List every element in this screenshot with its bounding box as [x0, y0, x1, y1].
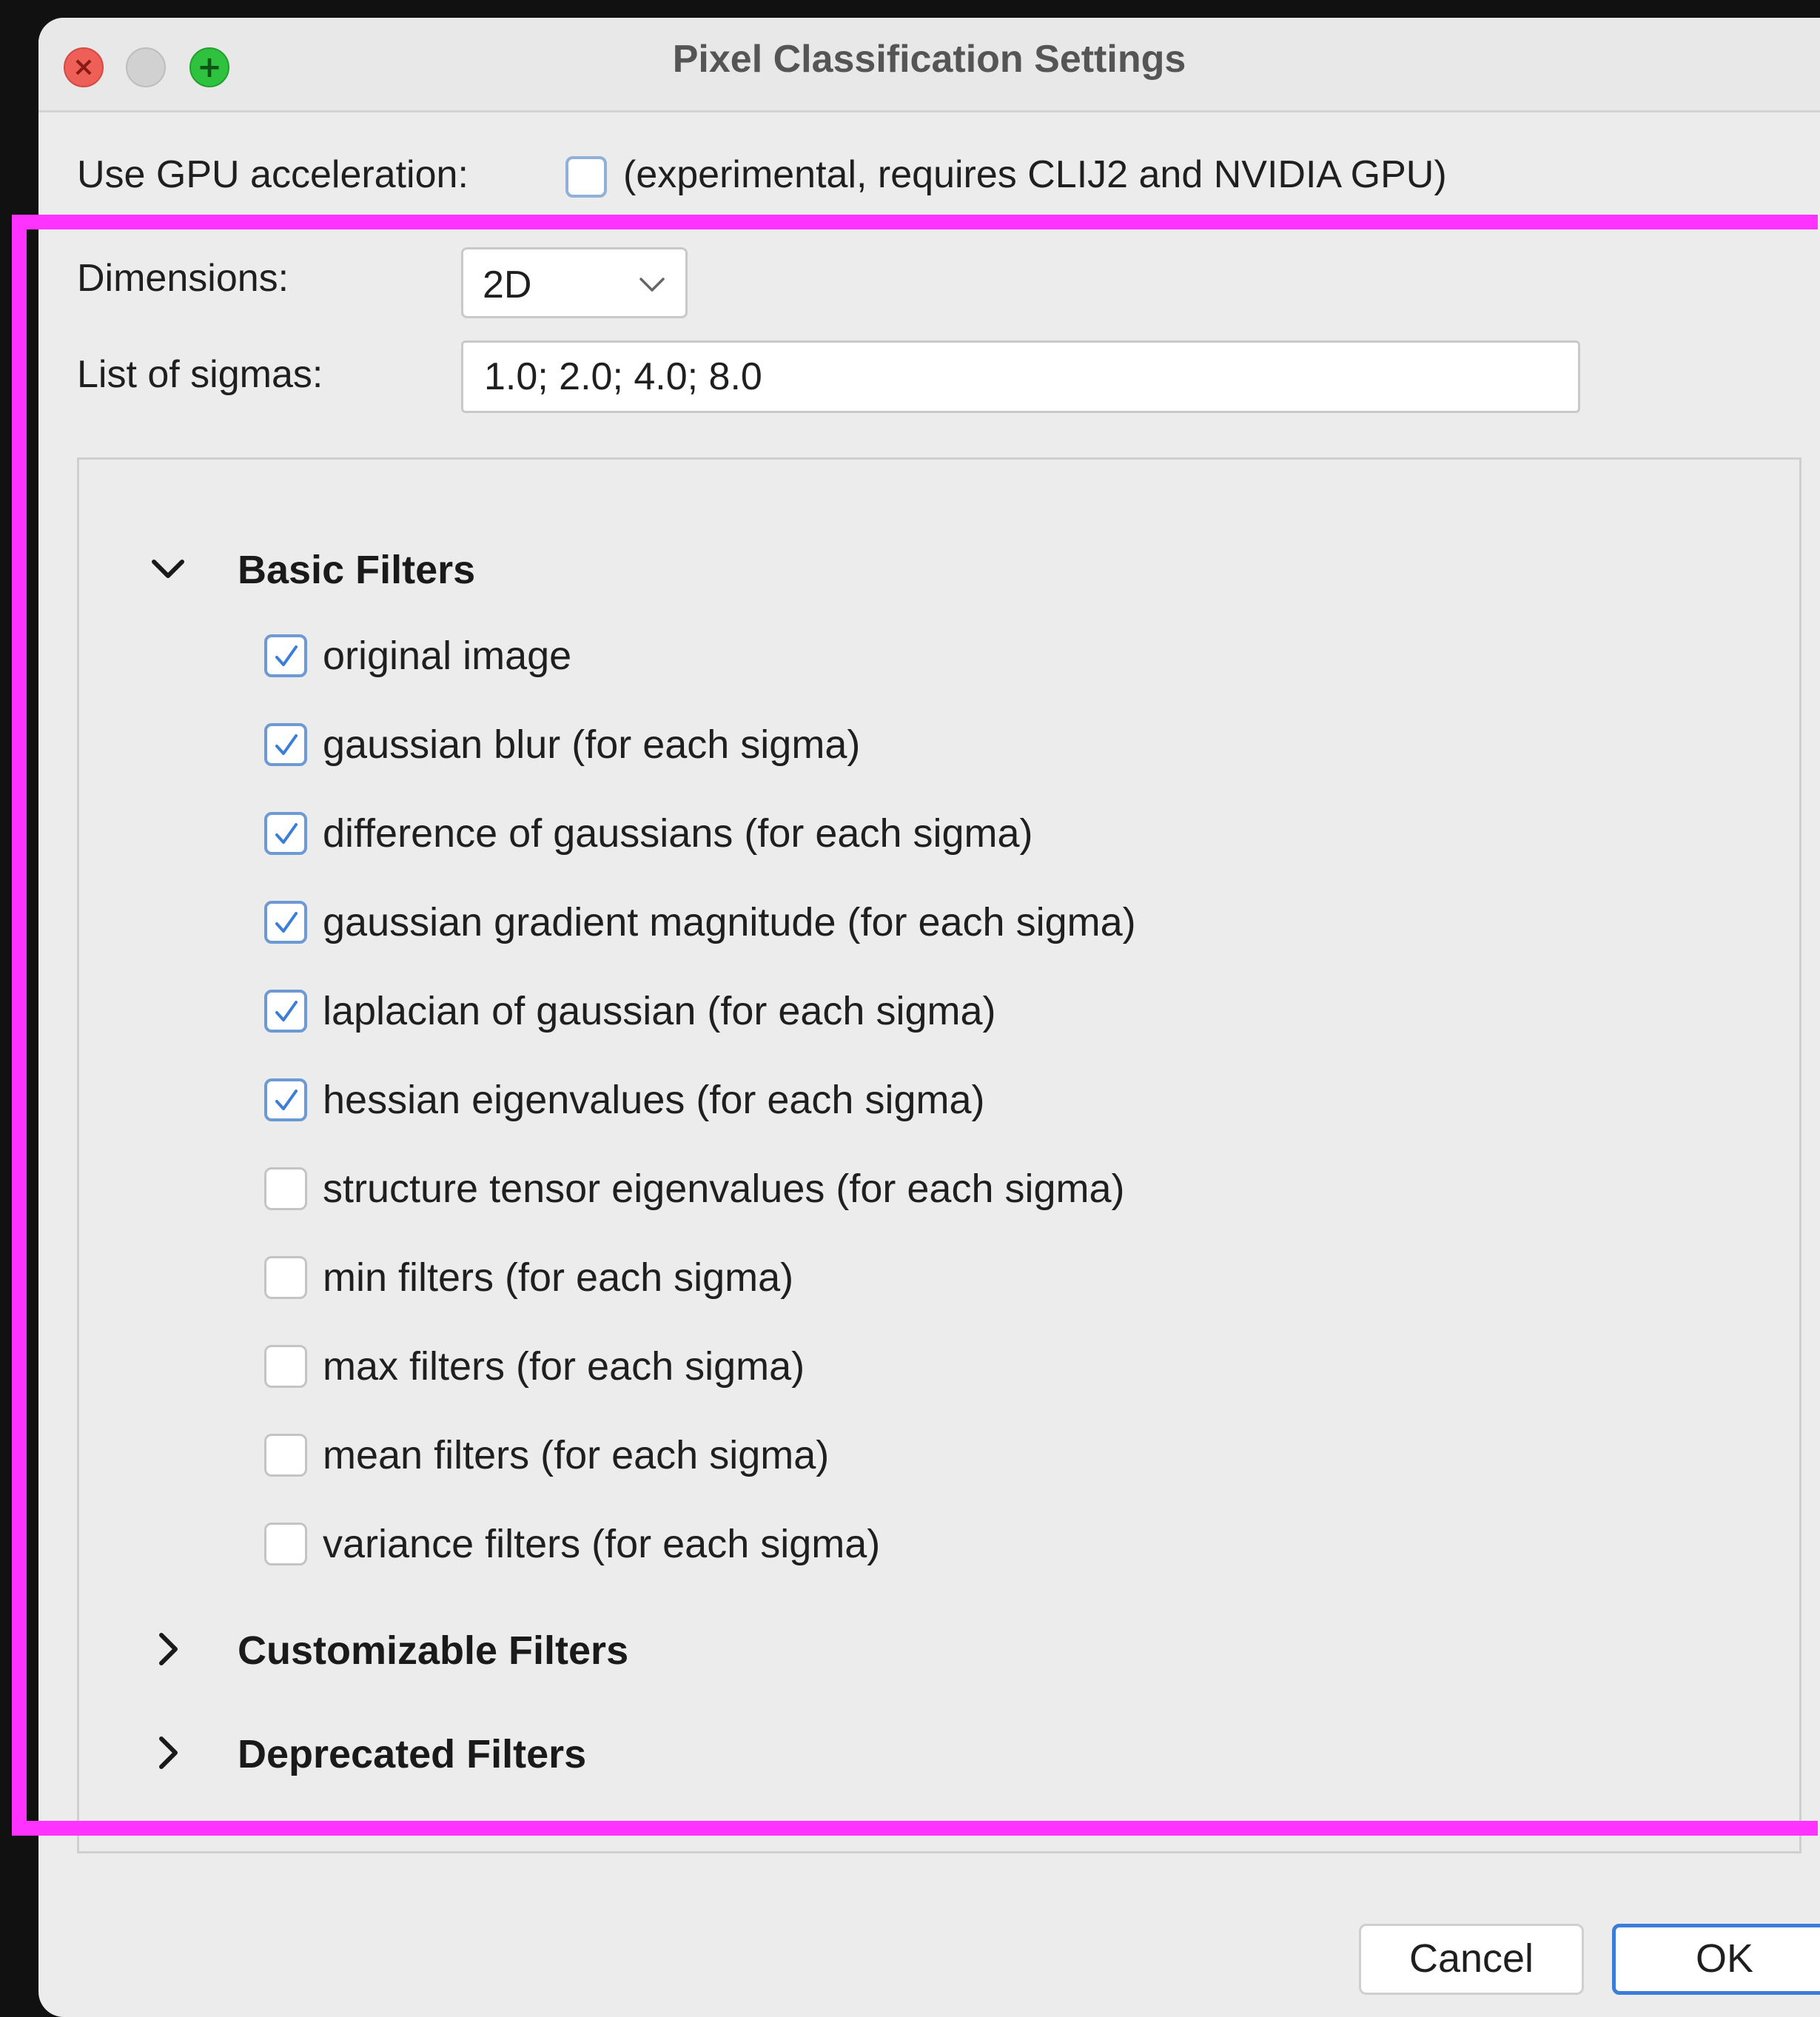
filter-checkbox[interactable]	[264, 1523, 307, 1565]
filter-row[interactable]: max filters (for each sigma)	[264, 1336, 1522, 1395]
sigmas-label: List of sigmas:	[77, 353, 323, 396]
filter-checkbox[interactable]	[264, 1434, 307, 1477]
filter-row[interactable]: gaussian gradient magnitude (for each si…	[264, 892, 1522, 951]
filter-row[interactable]: gaussian blur (for each sigma)	[264, 714, 1522, 773]
filter-row[interactable]: min filters (for each sigma)	[264, 1247, 1522, 1306]
gpu-label: Use GPU acceleration:	[77, 153, 469, 196]
filter-label: laplacian of gaussian (for each sigma)	[323, 989, 996, 1033]
filter-row[interactable]: hessian eigenvalues (for each sigma)	[264, 1070, 1522, 1129]
window-title: Pixel Classification Settings	[672, 38, 1186, 81]
filter-row[interactable]: variance filters (for each sigma)	[264, 1514, 1522, 1573]
group-basic-title: Basic Filters	[238, 548, 476, 592]
chevron-right-icon	[159, 1633, 178, 1665]
filter-row[interactable]: mean filters (for each sigma)	[264, 1425, 1522, 1484]
filter-checkbox[interactable]	[264, 1078, 307, 1121]
settings-dialog: × + Pixel Classification Settings Use GP…	[38, 18, 1820, 2017]
checkmark-icon	[275, 734, 298, 755]
group-basic-filters[interactable]: Basic Filters	[79, 535, 745, 602]
filter-checkbox[interactable]	[264, 723, 307, 766]
chevron-down-icon	[152, 560, 184, 578]
filter-label: original image	[323, 634, 572, 678]
filter-row[interactable]: original image	[264, 625, 1522, 685]
checkmark-icon	[275, 1001, 298, 1021]
filter-label: max filters (for each sigma)	[323, 1344, 805, 1389]
filter-label: difference of gaussians (for each sigma)	[323, 811, 1033, 856]
ok-button[interactable]: OK	[1612, 1924, 1820, 1995]
title-bar: × + Pixel Classification Settings	[38, 18, 1820, 113]
group-deprecated-filters[interactable]: Deprecated Filters	[79, 1719, 745, 1786]
filter-checkbox[interactable]	[264, 1256, 307, 1299]
filter-row[interactable]: difference of gaussians (for each sigma)	[264, 803, 1522, 862]
checkmark-icon	[275, 823, 298, 844]
filter-label: min filters (for each sigma)	[323, 1255, 794, 1300]
filter-row[interactable]: laplacian of gaussian (for each sigma)	[264, 981, 1522, 1040]
filter-checkbox[interactable]	[264, 901, 307, 944]
filter-checkbox[interactable]	[264, 634, 307, 677]
dimensions-label: Dimensions:	[77, 257, 289, 300]
group-customizable-filters[interactable]: Customizable Filters	[79, 1616, 745, 1682]
filter-checkbox[interactable]	[264, 1167, 307, 1210]
group-deprecated-title: Deprecated Filters	[238, 1732, 587, 1776]
dimensions-value: 2D	[483, 264, 532, 306]
filter-label: structure tensor eigenvalues (for each s…	[323, 1167, 1125, 1211]
filter-label: gaussian gradient magnitude (for each si…	[323, 900, 1136, 944]
filter-checkbox[interactable]	[264, 1345, 307, 1388]
checkmark-icon	[275, 912, 298, 933]
checkmark-icon	[275, 1090, 298, 1110]
filter-checkbox[interactable]	[264, 990, 307, 1033]
sigmas-input[interactable]	[461, 340, 1580, 413]
filter-label: mean filters (for each sigma)	[323, 1433, 830, 1477]
filter-label: gaussian blur (for each sigma)	[323, 722, 861, 767]
gpu-checkbox[interactable]	[565, 156, 607, 198]
filters-panel: Basic Filters original image gaussian bl…	[77, 457, 1801, 1853]
group-customizable-title: Customizable Filters	[238, 1628, 629, 1673]
filter-row[interactable]: structure tensor eigenvalues (for each s…	[264, 1158, 1522, 1218]
filter-label: hessian eigenvalues (for each sigma)	[323, 1078, 985, 1122]
dimensions-select[interactable]: 2D	[461, 247, 688, 318]
cancel-button[interactable]: Cancel	[1359, 1924, 1584, 1995]
checkmark-icon	[275, 645, 298, 666]
gpu-note: (experimental, requires CLIJ2 and NVIDIA…	[623, 153, 1447, 196]
chevron-down-icon	[639, 278, 665, 292]
filter-checkbox[interactable]	[264, 812, 307, 855]
filter-label: variance filters (for each sigma)	[323, 1522, 881, 1566]
chevron-right-icon	[159, 1736, 178, 1769]
